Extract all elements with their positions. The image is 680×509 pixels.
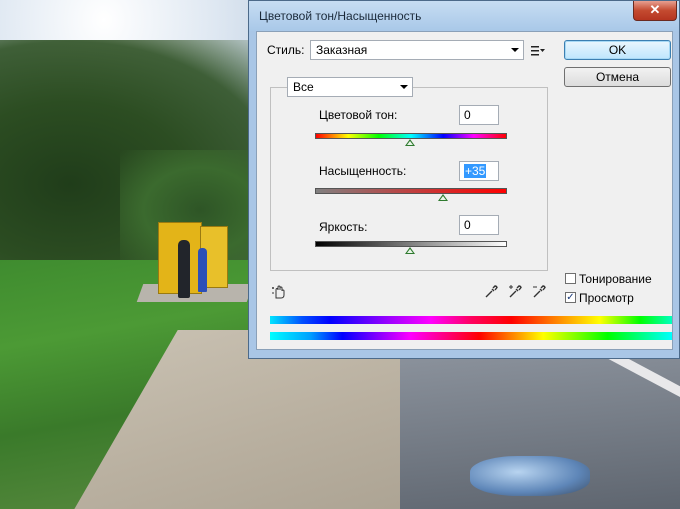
dialog-title: Цветовой тон/Насыщенность	[259, 9, 422, 23]
close-icon: ✕	[649, 2, 661, 17]
close-button[interactable]: ✕	[633, 1, 677, 21]
channel-select-value: Все	[293, 80, 314, 94]
hue-label: Цветовой тон:	[319, 108, 398, 122]
input-color-bar	[270, 316, 672, 324]
ok-button[interactable]: OK	[564, 40, 671, 60]
eyedropper-plus-icon[interactable]	[507, 284, 523, 300]
saturation-slider-track[interactable]	[315, 188, 507, 194]
saturation-value: +35	[464, 164, 487, 178]
hue-slider-thumb[interactable]	[405, 139, 415, 146]
eyedropper-icon[interactable]	[483, 284, 499, 300]
eyedropper-minus-icon[interactable]	[531, 284, 547, 300]
lightness-slider-thumb[interactable]	[405, 247, 415, 254]
chevron-down-icon	[511, 48, 519, 52]
output-color-bar	[270, 332, 672, 340]
check-icon: ✓	[566, 292, 575, 303]
saturation-field[interactable]: +35	[459, 161, 499, 181]
preview-label: Просмотр	[579, 291, 634, 305]
lightness-field[interactable]: 0	[459, 215, 499, 235]
saturation-slider-thumb[interactable]	[438, 194, 449, 201]
preview-checkbox[interactable]: ✓	[565, 292, 576, 303]
hue-saturation-dialog: Цветовой тон/Насыщенность ✕ Стиль: Заказ…	[248, 0, 680, 359]
cancel-button[interactable]: Отмена	[564, 67, 671, 87]
channel-select[interactable]: Все	[287, 77, 413, 97]
person	[178, 240, 190, 298]
hue-field[interactable]: 0	[459, 105, 499, 125]
puddle	[470, 456, 590, 496]
dialog-body: Стиль: Заказная OK Отмена Все Цветовой т…	[256, 31, 673, 350]
style-select-value: Заказная	[316, 43, 368, 57]
saturation-label: Насыщенность:	[319, 164, 407, 178]
lightness-label: Яркость:	[319, 220, 368, 234]
style-select[interactable]: Заказная	[310, 40, 524, 60]
chevron-down-icon	[400, 85, 408, 89]
colorize-checkbox[interactable]	[565, 273, 576, 284]
person	[198, 248, 207, 292]
title-bar[interactable]: Цветовой тон/Насыщенность ✕	[249, 1, 679, 31]
menu-icon[interactable]	[531, 45, 545, 57]
style-label: Стиль:	[267, 43, 305, 57]
colorize-label: Тонирование	[579, 272, 652, 286]
hand-icon[interactable]	[271, 284, 287, 300]
